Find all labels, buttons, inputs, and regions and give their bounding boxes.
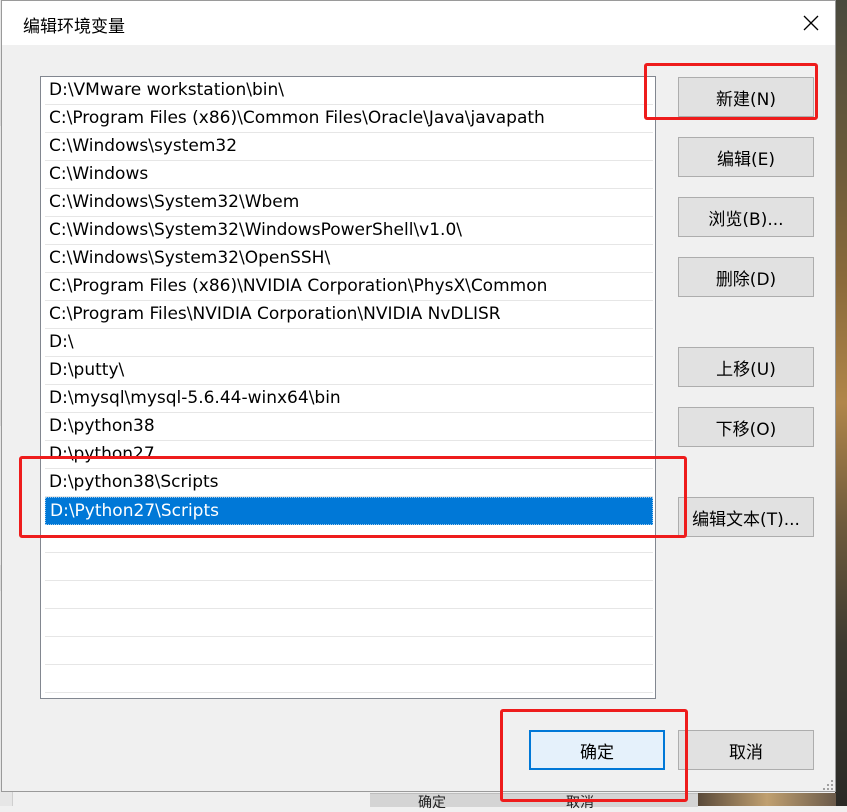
edit-env-variable-dialog: 编辑环境变量 D:\VMware workstation\bin\ C:\Prog… [1, 0, 836, 792]
dialog-title: 编辑环境变量 [23, 17, 125, 37]
new-button[interactable]: 新建(N) [678, 77, 814, 117]
path-list-item[interactable]: D:\VMware workstation\bin\ [45, 77, 653, 105]
edit-text-button[interactable]: 编辑文本(T)... [678, 497, 814, 537]
path-list[interactable]: D:\VMware workstation\bin\ C:\Program Fil… [40, 76, 656, 699]
edit-button[interactable]: 编辑(E) [678, 137, 814, 177]
path-list-item[interactable]: C:\Windows\system32 [45, 133, 653, 161]
path-list-item[interactable]: C:\Windows\System32\Wbem [45, 189, 653, 217]
background-ok-label: 确定 [418, 795, 446, 811]
move-down-button[interactable]: 下移(O) [678, 407, 814, 447]
path-list-item[interactable]: C:\Windows\System32\OpenSSH\ [45, 245, 653, 273]
path-list-empty-row[interactable] [45, 581, 653, 609]
path-list-item[interactable]: C:\Windows [45, 161, 653, 189]
path-list-item[interactable]: C:\Program Files (x86)\NVIDIA Corporatio… [45, 273, 653, 301]
background-window-buttons: 确定 取消 [370, 793, 698, 811]
resize-grip-icon[interactable] [822, 779, 834, 791]
close-button[interactable] [791, 7, 831, 39]
path-list-item[interactable]: D:\Python27\Scripts [45, 497, 653, 525]
path-list-item[interactable]: D:\python27 [45, 441, 653, 469]
desktop-wallpaper-edge [835, 0, 847, 806]
browse-button[interactable]: 浏览(B)... [678, 197, 814, 237]
path-list-item[interactable]: C:\Windows\System32\WindowsPowerShell\v1… [45, 217, 653, 245]
path-list-empty-row[interactable] [45, 637, 653, 665]
close-icon [803, 15, 819, 31]
path-list-empty-row[interactable] [45, 525, 653, 553]
ok-button[interactable]: 确定 [529, 730, 665, 770]
path-list-item[interactable]: C:\Program Files (x86)\Common Files\Orac… [45, 105, 653, 133]
delete-button[interactable]: 删除(D) [678, 257, 814, 297]
path-list-empty-row[interactable] [45, 609, 653, 637]
path-list-item[interactable]: D:\mysql\mysql-5.6.44-winx64\bin [45, 385, 653, 413]
path-list-item[interactable]: D:\ [45, 329, 653, 357]
path-list-item[interactable]: D:\python38 [45, 413, 653, 441]
title-bar: 编辑环境变量 [2, 1, 835, 45]
path-list-empty-row[interactable] [45, 665, 653, 693]
path-list-item[interactable]: D:\putty\ [45, 357, 653, 385]
desktop-wallpaper-edge [698, 793, 836, 806]
path-list-empty-row[interactable] [45, 553, 653, 581]
background-cancel-label: 取消 [566, 795, 594, 811]
path-list-item[interactable]: C:\Program Files\NVIDIA Corporation\NVID… [45, 301, 653, 329]
move-up-button[interactable]: 上移(U) [678, 347, 814, 387]
path-list-item[interactable]: D:\python38\Scripts [45, 469, 653, 497]
cancel-button[interactable]: 取消 [678, 730, 814, 770]
